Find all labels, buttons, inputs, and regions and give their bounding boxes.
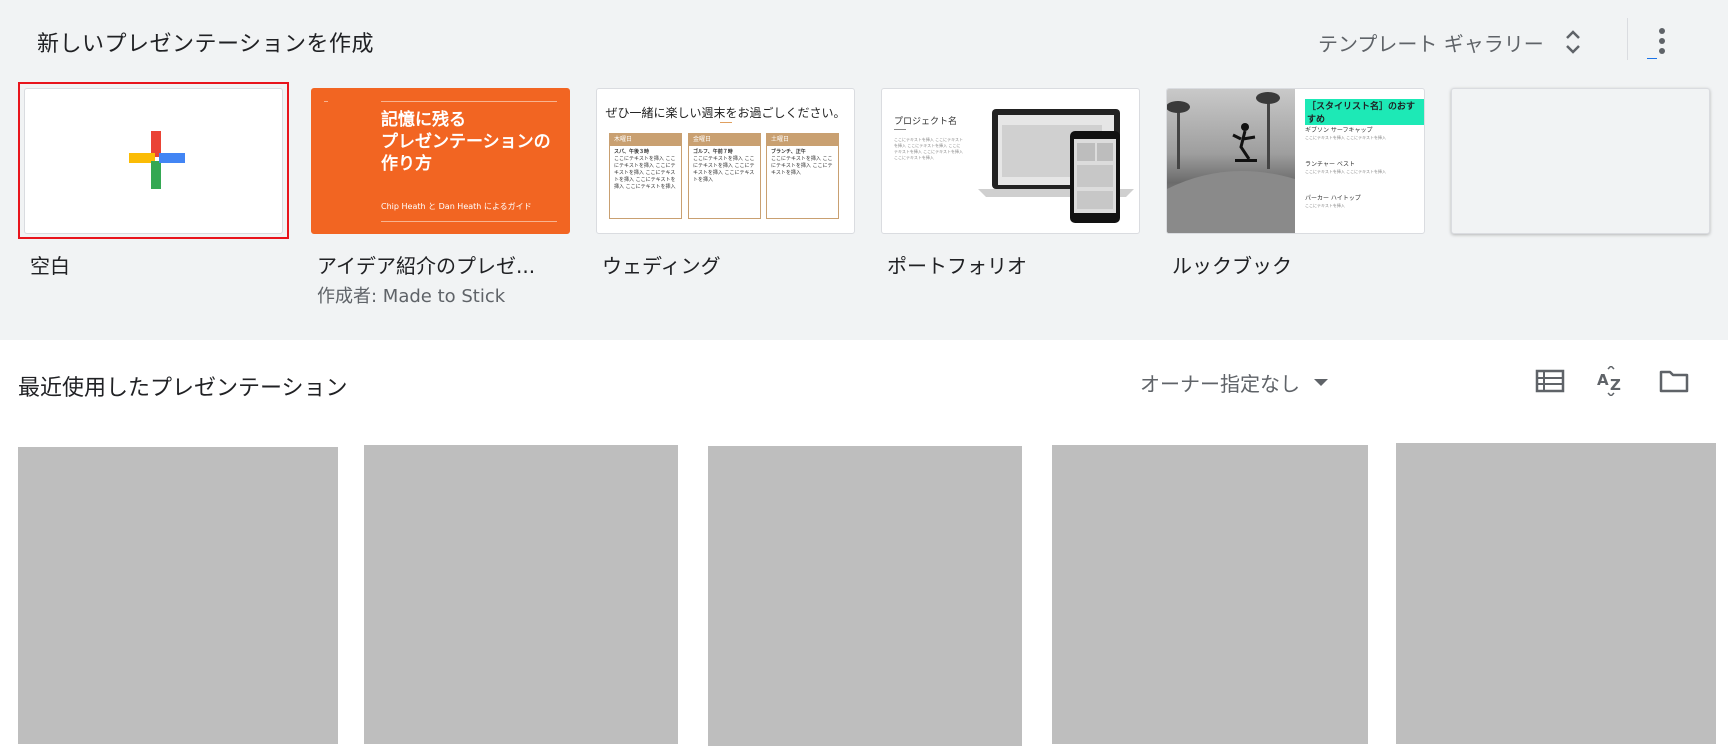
item-text: ここにテキストを挿入 ここにテキストを挿入 xyxy=(1305,169,1387,174)
template-gallery: 新しいプレゼンテーションを作成 テンプレート ギャラリー 空白 記憶に残る プレゼ… xyxy=(0,0,1728,340)
thumb-item: パーカー ハイトップ ここにテキストを挿入 xyxy=(1305,195,1361,209)
svg-text:Z: Z xyxy=(1610,376,1621,394)
owner-filter-dropdown[interactable]: オーナー指定なし xyxy=(1140,368,1328,397)
recent-presentation-card[interactable] xyxy=(1396,443,1716,744)
thumb-decor-line xyxy=(894,129,906,130)
selection-highlight xyxy=(18,82,289,239)
column-header: 金曜日 xyxy=(689,134,760,146)
template-name: 空白 xyxy=(30,254,70,278)
thumb-title: 記憶に残る プレゼンテーションの 作り方 xyxy=(381,110,551,174)
recent-presentation-card[interactable] xyxy=(18,447,338,744)
thumb-decor-line xyxy=(381,221,557,222)
template-thumbnail xyxy=(1451,88,1710,234)
toolbar-divider xyxy=(1627,18,1628,60)
template-name: ルックブック xyxy=(1172,254,1292,278)
thumb-title: ぜひ一緒に楽しい週末をお過ごしください。 xyxy=(605,106,846,120)
item-title: ギブソン サーフキャップ xyxy=(1305,127,1373,134)
column-event: ブランチ、正午 xyxy=(771,149,806,155)
template-gallery-toggle[interactable]: テンプレート ギャラリー xyxy=(1318,24,1582,60)
folder-icon[interactable] xyxy=(1659,366,1689,396)
thumb-item: ランチャー ベスト ここにテキストを挿入 ここにテキストを挿入 xyxy=(1305,161,1386,175)
item-title: パーカー ハイトップ xyxy=(1305,195,1361,202)
unfold-more-icon xyxy=(1565,30,1580,54)
thumb-decor-line xyxy=(324,101,328,102)
focus-underline xyxy=(1647,58,1657,59)
thumb-column: 木曜日 スパ、午後３時 ここにテキストを挿入 ここにテキストを挿入 ここにテキスト… xyxy=(609,133,682,219)
recent-presentation-card[interactable] xyxy=(708,446,1022,746)
recent-presentation-card[interactable] xyxy=(364,445,678,744)
item-title: ランチャー ベスト xyxy=(1305,161,1355,168)
thumb-decor-line xyxy=(381,101,557,102)
template-thumbnail: プロジェクト名 ここにテキストを挿入 ここにテキストを挿入 ここにテキストを挿入… xyxy=(881,88,1140,234)
thumb-column: 金曜日 ゴルフ、午前７時 ここにテキストを挿入 ここにテキストを挿入 ここにテキス… xyxy=(688,133,761,219)
template-thumbnail: ぜひ一緒に楽しい週末をお過ごしください。 木曜日 スパ、午後３時 ここにテキストを… xyxy=(596,88,855,234)
template-gallery-label: テンプレート ギャラリー xyxy=(1318,31,1544,56)
template-thumbnail: ［スタイリスト名］のおすすめ ギブソン サーフキャップ ここにテキストを挿入 こ… xyxy=(1166,88,1425,234)
column-text: ここにテキストを挿入 ここにテキストを挿入 ここにテキストを挿入 ここにテキスト… xyxy=(614,156,676,190)
list-view-icon[interactable] xyxy=(1535,366,1565,396)
gallery-title: 新しいプレゼンテーションを作成 xyxy=(37,32,375,57)
template-name: アイデア紹介のプレゼ... xyxy=(317,254,536,278)
template-thumbnail: 記憶に残る プレゼンテーションの 作り方 Chip Heath と Dan Heat… xyxy=(311,88,570,234)
thumb-item: ギブソン サーフキャップ ここにテキストを挿入 ここにテキストを挿入 xyxy=(1305,127,1386,141)
thumb-title: プロジェクト名 xyxy=(894,117,958,127)
owner-filter-label: オーナー指定なし xyxy=(1140,372,1300,396)
column-text: ここにテキストを挿入 ここにテキストを挿入 ここにテキストを挿入 ここにテキスト… xyxy=(693,156,755,183)
template-author: 作成者: Made to Stick xyxy=(317,286,506,307)
svg-text:A: A xyxy=(1597,371,1609,389)
template-name: ポートフォリオ xyxy=(887,254,1027,278)
devices-illustration xyxy=(978,109,1134,223)
item-text: ここにテキストを挿入 xyxy=(1305,203,1345,208)
thumb-subtitle: Chip Heath と Dan Heath によるガイド xyxy=(381,202,532,211)
column-header: 木曜日 xyxy=(610,134,681,146)
recent-section-title: 最近使用したプレゼンテーション xyxy=(18,376,348,401)
column-header: 土曜日 xyxy=(767,134,838,146)
column-text: ここにテキストを挿入 ここにテキストを挿入 ここにテキストを挿入 xyxy=(771,156,833,176)
column-event: ゴルフ、午前７時 xyxy=(693,149,733,155)
template-name: ウェディング xyxy=(602,254,721,278)
skateboard-photo xyxy=(1167,89,1295,233)
dropdown-caret-icon xyxy=(1314,379,1328,386)
sort-az-icon[interactable]: A Z xyxy=(1596,366,1626,396)
column-event: スパ、午後３時 xyxy=(614,149,650,155)
thumb-decor-line xyxy=(720,122,732,123)
thumb-column: 土曜日 ブランチ、正午 ここにテキストを挿入 ここにテキストを挿入 ここにテキスト… xyxy=(766,133,839,219)
thumb-text: ここにテキストを挿入 ここにテキストを挿入 ここにテキストを挿入 ここにテキスト… xyxy=(894,137,964,160)
thumb-title: ［スタイリスト名］のおすすめ xyxy=(1305,99,1424,125)
item-text: ここにテキストを挿入 ここにテキストを挿入 xyxy=(1305,135,1387,140)
recent-presentation-card[interactable] xyxy=(1052,445,1368,744)
